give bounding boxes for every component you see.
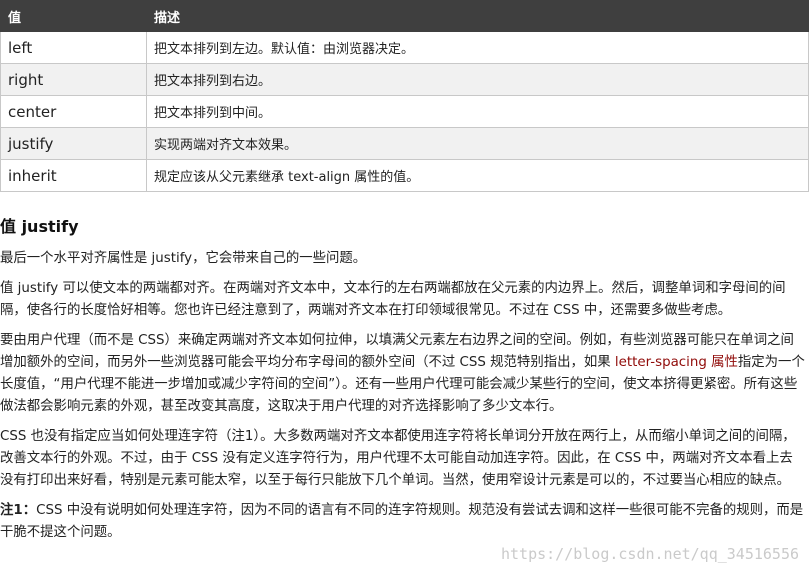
- footnote-text: CSS 中没有说明如何处理连字符，因为不同的语言有不同的连字符规则。规范没有尝试…: [0, 503, 804, 540]
- table-row: left 把文本排列到左边。默认值：由浏览器决定。: [0, 31, 809, 64]
- footnote: 注1：CSS 中没有说明如何处理连字符，因为不同的语言有不同的连字符规则。规范没…: [0, 500, 806, 544]
- watermark: https://blog.csdn.net/qq_34516556: [500, 545, 799, 563]
- table-header-row: 值 描述: [0, 0, 809, 32]
- cell-value: center: [0, 95, 147, 128]
- cell-description: 把文本排列到中间。: [146, 95, 809, 128]
- page: 值 描述 left 把文本排列到左边。默认值：由浏览器决定。 right 把文本…: [0, 0, 811, 577]
- cell-description: 把文本排列到右边。: [146, 63, 809, 96]
- header-value: 值: [0, 0, 147, 32]
- cell-value: inherit: [0, 159, 147, 192]
- table-row: right 把文本排列到右边。: [0, 63, 809, 96]
- paragraph-intro: 最后一个水平对齐属性是 justify，它会带来自己的一些问题。: [0, 251, 367, 266]
- cell-value: justify: [0, 127, 147, 160]
- cell-description: 把文本排列到左边。默认值：由浏览器决定。: [146, 31, 809, 64]
- article-body: 值 justify 最后一个水平对齐属性是 justify，它会带来自己的一些问…: [0, 214, 806, 552]
- cell-description: 实现两端对齐文本效果。: [146, 127, 809, 160]
- cell-description: 规定应该从父元素继承 text-align 属性的值。: [146, 159, 809, 192]
- reference-table: 值 描述 left 把文本排列到左边。默认值：由浏览器决定。 right 把文本…: [0, 0, 809, 192]
- table-row: justify 实现两端对齐文本效果。: [0, 127, 809, 160]
- table-row: center 把文本排列到中间。: [0, 95, 809, 128]
- cell-value: right: [0, 63, 147, 96]
- paragraph-justify: 值 justify 可以使文本的两端都对齐。在两端对齐文本中，文本行的左右两端都…: [0, 281, 786, 318]
- cell-value: left: [0, 31, 147, 64]
- footnote-label: 注1：: [0, 503, 37, 518]
- header-description: 描述: [146, 0, 809, 32]
- letter-spacing-link[interactable]: letter-spacing 属性: [615, 355, 738, 370]
- paragraph-hyphenation: CSS 也没有指定应当如何处理连字符（注1）。大多数两端对齐文本都使用连字符将长…: [0, 429, 796, 488]
- paragraph-user-agent: 要由用户代理（而不是 CSS）来确定两端对齐文本如何拉伸，以填满父元素左右边界之…: [0, 330, 806, 418]
- table-row: inherit 规定应该从父元素继承 text-align 属性的值。: [0, 159, 809, 192]
- section-heading: 值 justify: [0, 217, 79, 236]
